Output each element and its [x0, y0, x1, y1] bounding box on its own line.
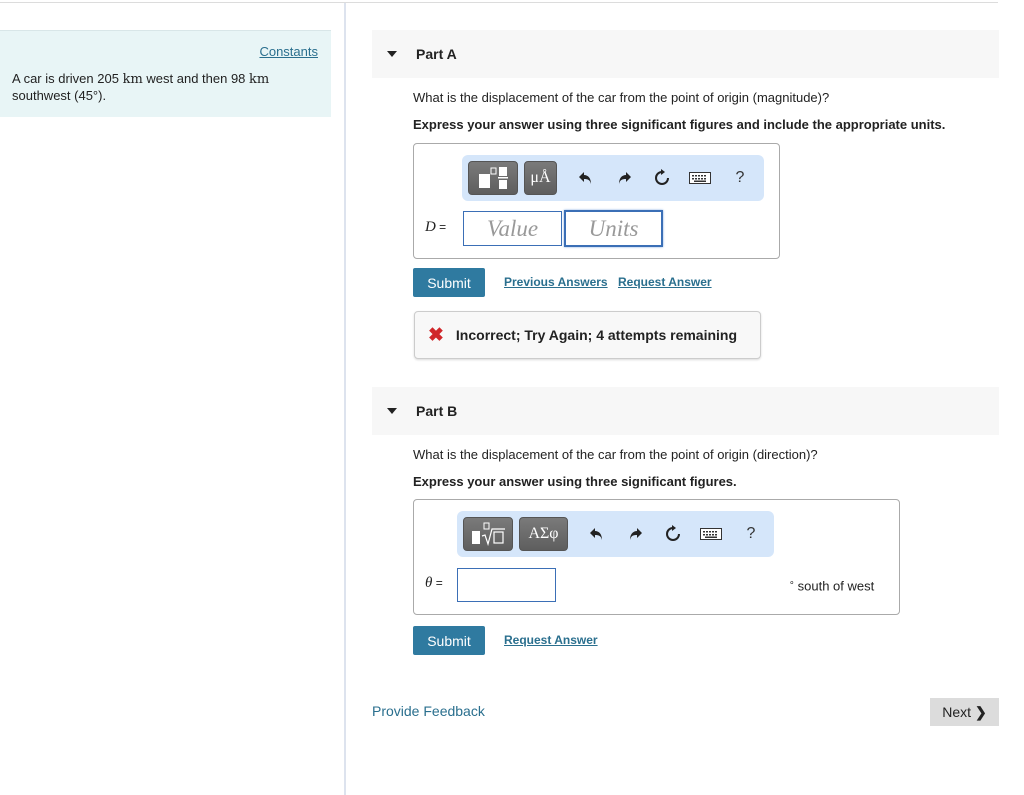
problem-intro-panel: Constants A car is driven 205 km west an… [0, 30, 331, 117]
part-b-variable-label: θ = [425, 575, 443, 591]
top-divider [0, 2, 998, 3]
incorrect-feedback: ✖ Incorrect; Try Again; 4 attempts remai… [414, 311, 761, 359]
part-a-request-answer-link[interactable]: Request Answer [618, 275, 712, 289]
part-b-header[interactable]: Part B [372, 387, 999, 435]
caret-down-icon [387, 51, 397, 57]
value-input[interactable]: Value [463, 211, 562, 246]
chevron-right-icon: ❯ [975, 703, 987, 720]
part-a-variable-label: D = [425, 219, 447, 235]
part-b-answer-box: ΑΣφ ? θ = ∘ south of west [413, 499, 900, 615]
radical-template-icon[interactable] [463, 517, 513, 551]
part-b-title: Part B [416, 403, 458, 419]
undo-icon[interactable] [584, 521, 610, 547]
part-a-submit-button[interactable]: Submit [413, 268, 485, 297]
provide-feedback-link[interactable]: Provide Feedback [372, 703, 485, 719]
previous-answers-link[interactable]: Previous Answers [504, 275, 608, 289]
part-b-instruction: Express your answer using three signific… [413, 474, 737, 489]
feedback-message: Incorrect; Try Again; 4 attempts remaini… [455, 327, 738, 343]
part-a-header[interactable]: Part A [372, 30, 999, 78]
help-icon[interactable]: ? [738, 521, 764, 547]
keyboard-icon[interactable] [698, 521, 724, 547]
keyboard-icon[interactable] [687, 165, 713, 191]
symbols-button[interactable]: ΑΣφ [519, 517, 568, 551]
part-b-request-answer-link[interactable]: Request Answer [504, 633, 598, 647]
fraction-template-icon[interactable] [468, 161, 518, 195]
reset-icon[interactable] [649, 165, 675, 191]
part-b-math-toolbar: ΑΣφ ? [457, 511, 774, 557]
part-b-submit-button[interactable]: Submit [413, 626, 485, 655]
undo-icon[interactable] [573, 165, 599, 191]
reset-icon[interactable] [660, 521, 686, 547]
part-a-question: What is the displacement of the car from… [413, 90, 830, 105]
part-a-answer-box: μÅ ? D = Value Units [413, 143, 780, 259]
units-input[interactable]: Units [564, 210, 663, 247]
constants-link[interactable]: Constants [259, 44, 318, 59]
degree-symbol: ∘ [789, 577, 795, 587]
part-a-math-toolbar: μÅ ? [462, 155, 764, 201]
next-button[interactable]: Next ❯ [930, 698, 999, 726]
caret-down-icon [387, 408, 397, 414]
redo-icon[interactable] [622, 521, 648, 547]
problem-statement: A car is driven 205 km west and then 98 … [12, 71, 270, 103]
angle-input[interactable] [457, 568, 556, 602]
redo-icon[interactable] [611, 165, 637, 191]
error-x-icon: ✖ [428, 324, 444, 346]
help-icon[interactable]: ? [727, 165, 753, 191]
column-divider [344, 3, 346, 795]
part-a-instruction: Express your answer using three signific… [413, 117, 946, 132]
part-b-question: What is the displacement of the car from… [413, 447, 818, 462]
units-button[interactable]: μÅ [524, 161, 557, 195]
part-a-title: Part A [416, 46, 457, 62]
direction-suffix: ∘ south of west [789, 577, 875, 594]
